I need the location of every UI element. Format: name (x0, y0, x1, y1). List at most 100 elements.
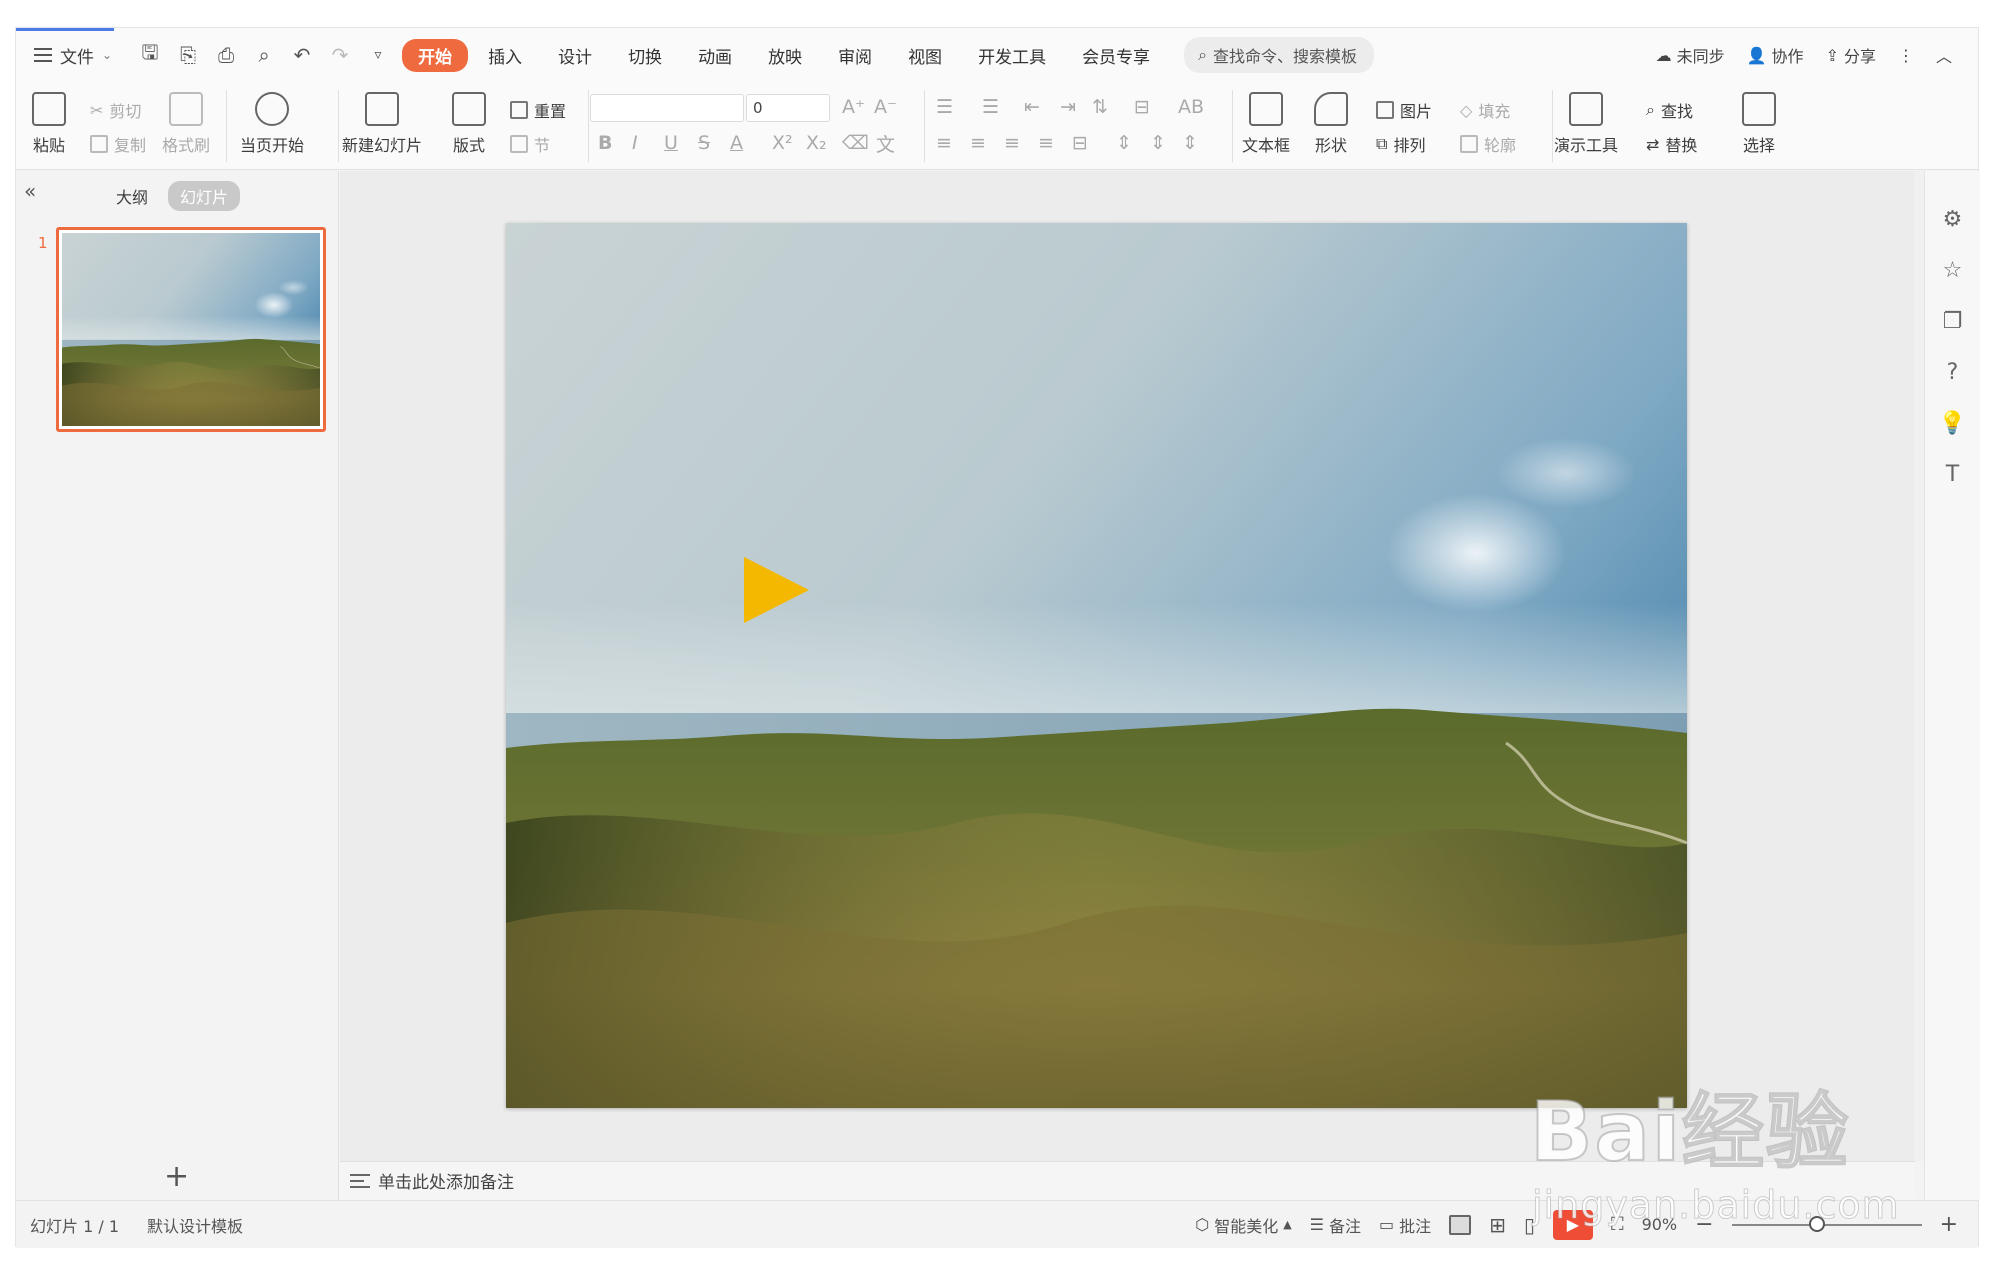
help-icon[interactable]: ? (1947, 360, 1959, 385)
zoom-value[interactable]: 90% (1642, 1215, 1678, 1234)
presentation-tools-button[interactable]: 演示工具 (1554, 92, 1618, 156)
font-color-icon[interactable]: A (730, 132, 743, 154)
tab-transitions[interactable]: 切换 (612, 39, 678, 72)
smart-beautify-button[interactable]: ⬡ 智能美化 ▲ (1195, 1213, 1291, 1237)
increase-indent-icon[interactable]: ⇥ (1060, 96, 1076, 118)
outline-button[interactable]: 轮廓 (1460, 132, 1516, 156)
paragraph-spacing-icon[interactable]: ⇕ (1150, 132, 1166, 154)
align-left-icon[interactable]: ≡ (936, 132, 952, 154)
customize-toolbar-icon[interactable]: ▿ (366, 47, 390, 63)
layout-button[interactable]: 版式 (452, 92, 486, 156)
copy-format-icon[interactable]: ❐ (1943, 309, 1963, 334)
grid-view-icon[interactable]: ⊞ (1489, 1213, 1506, 1237)
increase-font-icon[interactable]: A⁺ (842, 96, 865, 118)
format-painter-button[interactable]: 格式刷 (162, 92, 210, 156)
tab-slides[interactable]: 幻灯片 (168, 181, 241, 211)
normal-view-icon[interactable] (1449, 1214, 1472, 1235)
sync-status-button[interactable]: ☁ 未同步 (1656, 43, 1725, 67)
export-pdf-icon[interactable]: ⎘ (176, 43, 200, 67)
justify-icon[interactable]: ≡ (1038, 132, 1054, 154)
collapse-panel-icon[interactable]: « (24, 179, 36, 203)
find-button[interactable]: ⌕ 查找 (1646, 98, 1693, 122)
tab-outline[interactable]: 大纲 (104, 181, 160, 211)
arrange-button[interactable]: ⧉ 排列 (1376, 132, 1425, 156)
reset-button[interactable]: 重置 (510, 98, 566, 122)
column-icon[interactable]: ⇕ (1182, 132, 1198, 154)
tab-developer[interactable]: 开发工具 (962, 39, 1062, 72)
tab-insert[interactable]: 插入 (472, 39, 538, 72)
select-button[interactable]: 选择 (1742, 92, 1776, 156)
star-icon[interactable]: ☆ (1943, 258, 1963, 283)
vertical-scrollbar[interactable] (1914, 171, 1924, 1161)
underline-icon[interactable]: U (664, 132, 678, 154)
share-button[interactable]: ⇪ 分享 (1826, 43, 1876, 67)
zoom-slider[interactable] (1731, 1215, 1922, 1232)
zoom-slider-knob[interactable] (1809, 1215, 1826, 1232)
tab-slideshow[interactable]: 放映 (752, 39, 818, 72)
strikethrough-icon[interactable]: S (698, 132, 710, 154)
bold-icon[interactable]: B (598, 132, 612, 154)
notes-bar[interactable]: 单击此处添加备注 (340, 1161, 1915, 1199)
command-search-input[interactable]: ⌕ 查找命令、搜索模板 (1184, 37, 1375, 73)
font-family-select[interactable] (590, 94, 744, 122)
text-direction-icon[interactable]: ⇅ (1092, 96, 1108, 118)
reading-view-icon[interactable]: ▯ (1524, 1213, 1535, 1237)
cut-button[interactable]: ✂ 剪切 (90, 98, 141, 122)
convert-smartart-icon[interactable]: AB (1178, 96, 1204, 118)
section-button[interactable]: 节 (510, 132, 550, 156)
undo-icon[interactable]: ↶ (290, 43, 314, 67)
tab-membership[interactable]: 会员专享 (1066, 39, 1166, 72)
landscape-photo (506, 223, 1687, 1108)
tab-animation[interactable]: 动画 (682, 39, 748, 72)
play-from-current-button[interactable]: 当页开始 (240, 92, 304, 156)
picture-button[interactable]: 图片 (1376, 98, 1432, 122)
print-preview-icon[interactable]: ⌕ (252, 43, 276, 67)
copy-button[interactable]: 复制 (90, 132, 146, 156)
notes-toggle-button[interactable]: ☰ 备注 (1310, 1213, 1361, 1237)
line-spacing-icon[interactable]: ⇕ (1116, 132, 1132, 154)
phonetic-guide-icon[interactable]: 文 (876, 130, 895, 157)
collaborate-button[interactable]: 👤 协作 (1747, 43, 1804, 67)
bullets-icon[interactable]: ☰ (936, 96, 953, 118)
subscript-icon[interactable]: X₂ (806, 132, 827, 154)
shape-button[interactable]: 形状 (1314, 92, 1348, 156)
numbering-icon[interactable]: ☰ (982, 96, 999, 118)
sliders-icon[interactable]: ⚙ (1943, 207, 1963, 232)
new-slide-button[interactable]: 新建幻灯片 (342, 92, 422, 156)
align-center-icon[interactable]: ≡ (970, 132, 986, 154)
slide-canvas[interactable] (506, 223, 1687, 1108)
paste-button[interactable]: 粘贴 (32, 92, 66, 156)
clear-format-icon[interactable]: ⌫ (842, 132, 869, 154)
superscript-icon[interactable]: X² (772, 132, 793, 154)
align-text-icon[interactable]: ⊟ (1134, 96, 1150, 118)
save-icon[interactable]: 🖫 (138, 38, 162, 72)
distribute-icon[interactable]: ⊟ (1072, 132, 1088, 154)
tab-view[interactable]: 视图 (892, 39, 958, 72)
zoom-out-icon[interactable]: − (1695, 1212, 1713, 1237)
textbox-button[interactable]: 文本框 (1242, 92, 1290, 156)
italic-icon[interactable]: I (632, 132, 638, 154)
slideshow-play-button[interactable]: ▶ (1552, 1209, 1593, 1240)
decrease-font-icon[interactable]: A⁻ (874, 96, 897, 118)
zoom-in-icon[interactable]: + (1940, 1212, 1958, 1237)
slide-thumbnail[interactable] (56, 227, 326, 432)
lightbulb-icon[interactable]: 💡 (1939, 411, 1966, 436)
tab-design[interactable]: 设计 (542, 39, 608, 72)
text-icon[interactable]: T (1946, 462, 1959, 487)
comments-button[interactable]: ▭ 批注 (1379, 1213, 1431, 1237)
add-slide-icon[interactable]: + (164, 1159, 189, 1194)
tab-review[interactable]: 审阅 (822, 39, 888, 72)
collapse-ribbon-button[interactable]: ︿ (1936, 43, 1952, 67)
file-menu-button[interactable]: 文件 ⌄ (34, 43, 112, 68)
redo-icon[interactable]: ↷ (328, 43, 352, 67)
font-size-select[interactable]: 0 (746, 94, 830, 122)
more-options-button[interactable]: ⋮ (1898, 46, 1914, 65)
template-name[interactable]: 默认设计模板 (147, 1213, 243, 1237)
fill-button[interactable]: ◇ 填充 (1460, 98, 1510, 122)
align-right-icon[interactable]: ≡ (1004, 132, 1020, 154)
decrease-indent-icon[interactable]: ⇤ (1024, 96, 1040, 118)
fit-window-icon[interactable]: ⛶ (1611, 1214, 1624, 1235)
print-icon[interactable]: ⎙ (214, 43, 238, 67)
replace-button[interactable]: ⇄ 替换 (1646, 132, 1697, 156)
tab-home[interactable]: 开始 (402, 38, 469, 72)
